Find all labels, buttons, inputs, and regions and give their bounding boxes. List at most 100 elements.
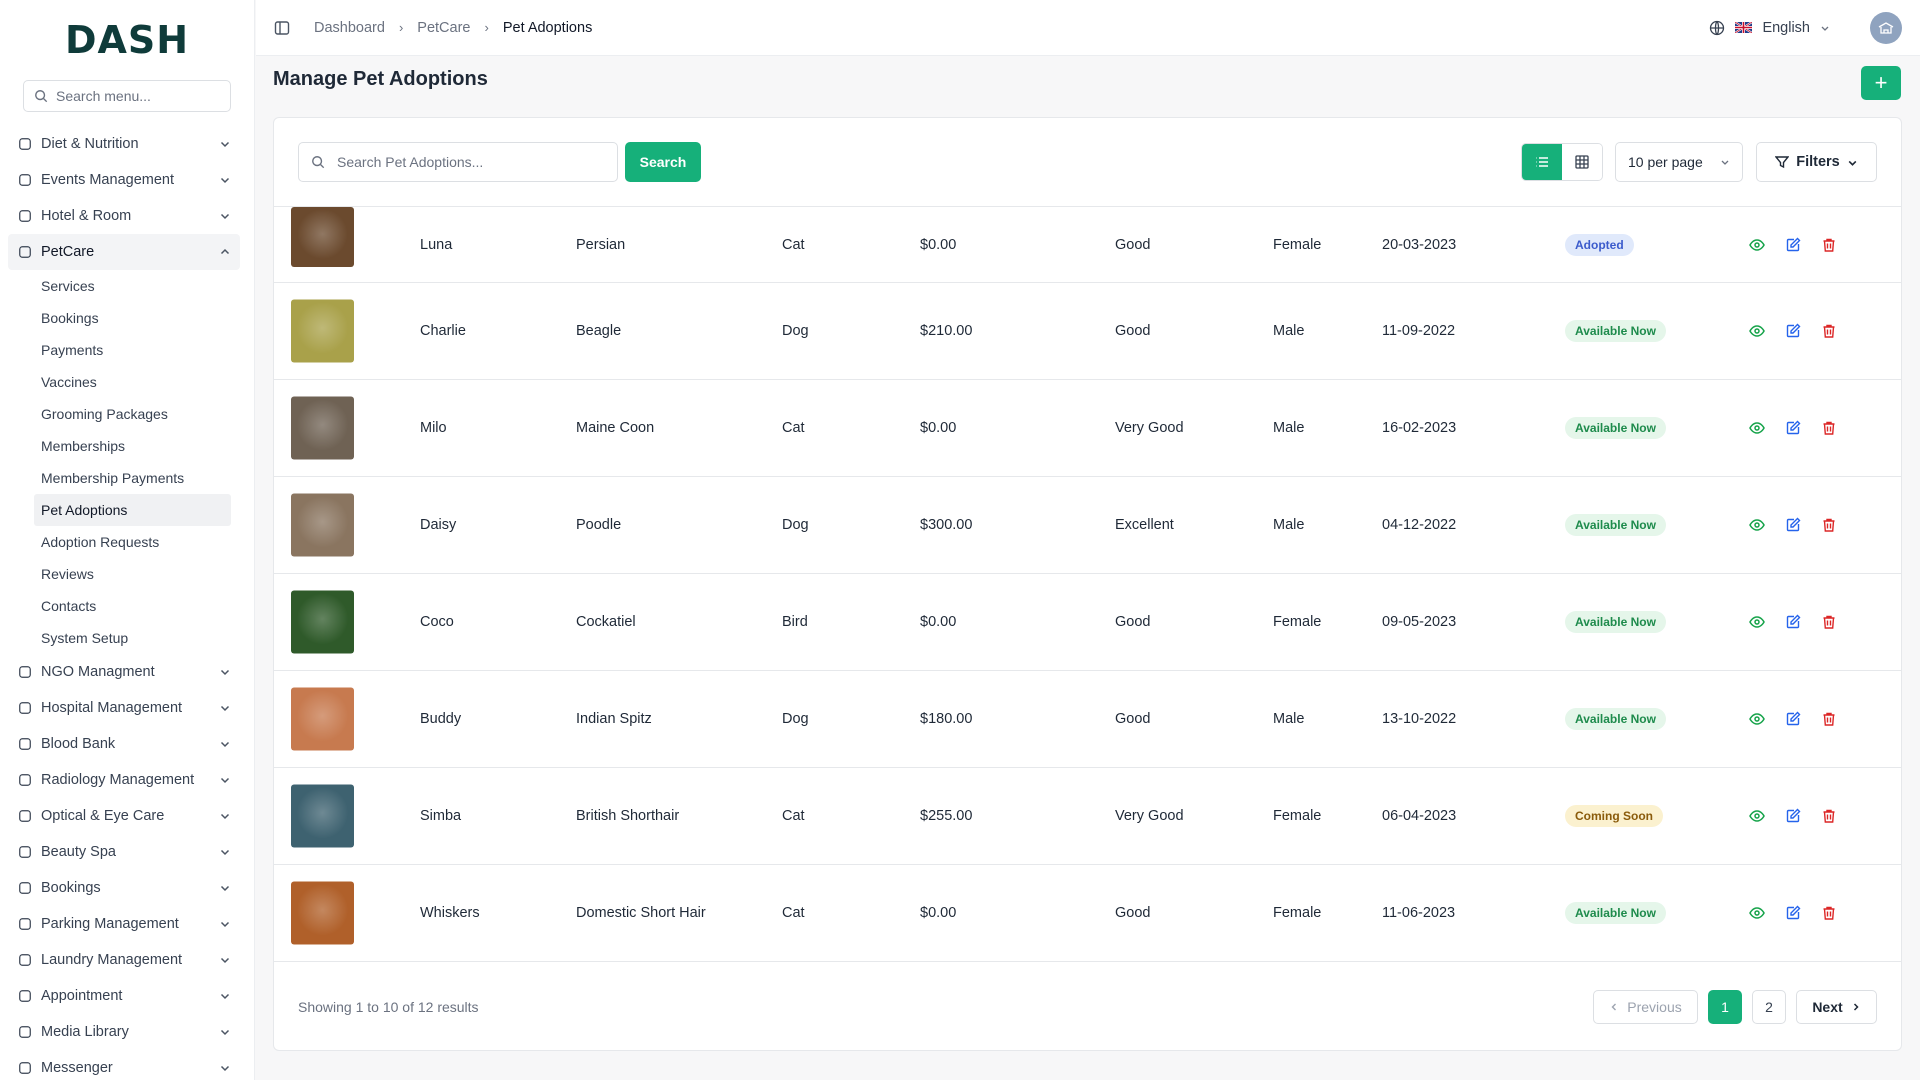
breadcrumb-dashboard[interactable]: Dashboard	[314, 20, 385, 36]
sidebar-item-blood-bank[interactable]: Blood Bank	[0, 726, 254, 762]
sidebar-search-input[interactable]: Search menu...	[23, 80, 231, 112]
sidebar-item-optical-eye-care[interactable]: Optical & Eye Care	[0, 798, 254, 834]
per-page-select[interactable]: 10 per page	[1615, 142, 1743, 182]
sidebar-item-label: Optical & Eye Care	[41, 808, 165, 824]
sidebar-item-media-library[interactable]: Media Library	[0, 1014, 254, 1050]
pet-date: 20-03-2023	[1382, 236, 1457, 253]
pet-date: 04-12-2022	[1382, 517, 1457, 533]
sidebar-item-beauty-spa[interactable]: Beauty Spa	[0, 834, 254, 870]
submenu-item-reviews[interactable]: Reviews	[41, 558, 254, 590]
pet-name: Charlie	[420, 323, 466, 339]
sidebar-item-appointment[interactable]: Appointment	[0, 978, 254, 1014]
submenu-item-bookings[interactable]: Bookings	[41, 302, 254, 334]
submenu-item-services[interactable]: Services	[41, 270, 254, 302]
avatar[interactable]	[1870, 11, 1902, 44]
sidebar-item-messenger[interactable]: Messenger	[0, 1050, 254, 1080]
chevron-down-icon	[1721, 160, 1729, 165]
sidebar-item-bookings[interactable]: Bookings	[0, 870, 254, 906]
view-eye-icon[interactable]	[1749, 711, 1765, 727]
grid-view-button[interactable]	[1562, 144, 1602, 180]
chevron-right-icon: ›	[398, 20, 404, 35]
previous-page-button[interactable]: Previous	[1593, 990, 1698, 1024]
sidebar-item-diet-nutrition[interactable]: Diet & Nutrition	[0, 126, 254, 162]
sidebar-item-petcare[interactable]: PetCare	[8, 234, 240, 270]
status-badge: Available Now	[1565, 514, 1666, 536]
delete-trash-icon[interactable]	[1821, 237, 1837, 253]
sidebar-item-events-management[interactable]: Events Management	[0, 162, 254, 198]
pet-name: Buddy	[420, 711, 462, 727]
edit-icon[interactable]	[1785, 323, 1801, 339]
pet-gender: Female	[1273, 614, 1322, 630]
delete-trash-icon[interactable]	[1821, 905, 1837, 921]
chevron-down-icon	[219, 138, 231, 150]
pet-breed: Beagle	[576, 323, 622, 339]
topbar: Dashboard › PetCare › Pet Adoptions Engl…	[256, 0, 1920, 56]
list-view-button[interactable]	[1522, 144, 1562, 180]
adoptions-table: Luna Persian Cat $0.00 Good Female 20-03-2023 A…	[274, 207, 1901, 962]
search-button[interactable]: Search	[625, 142, 701, 182]
sidebar-item-parking-management[interactable]: Parking Management	[0, 906, 254, 942]
status-badge: Available Now	[1565, 708, 1666, 730]
page-2-button[interactable]: 2	[1752, 990, 1786, 1024]
delete-trash-icon[interactable]	[1821, 420, 1837, 436]
view-eye-icon[interactable]	[1749, 614, 1765, 630]
view-eye-icon[interactable]	[1749, 420, 1765, 436]
delete-trash-icon[interactable]	[1821, 808, 1837, 824]
chevron-down-icon	[219, 666, 231, 678]
view-eye-icon[interactable]	[1749, 517, 1765, 533]
adoption-search-input[interactable]: Search Pet Adoptions...	[298, 142, 618, 182]
sidebar-item-hotel-room[interactable]: Hotel & Room	[0, 198, 254, 234]
sidebar-item-label: Appointment	[41, 988, 123, 1004]
sidebar-item-label: Media Library	[41, 1024, 129, 1040]
submenu-item-membership-payments[interactable]: Membership Payments	[41, 462, 254, 494]
submenu-item-grooming-packages[interactable]: Grooming Packages	[41, 398, 254, 430]
table-row: Simba British Shorthair Cat $255.00 Very Goo…	[274, 768, 1901, 865]
sidebar: DASH Search menu... Diet & Nutrition Even…	[0, 0, 255, 1080]
submenu-item-system-setup[interactable]: System Setup	[41, 622, 254, 654]
language-selector[interactable]: English	[1762, 20, 1810, 36]
filter-icon	[1775, 156, 1790, 169]
grid-icon	[1575, 155, 1589, 169]
sidebar-item-label: Radiology Management	[41, 772, 195, 788]
view-eye-icon[interactable]	[1749, 323, 1765, 339]
chevron-right-icon: ›	[484, 20, 489, 35]
edit-icon[interactable]	[1785, 237, 1801, 253]
view-eye-icon[interactable]	[1749, 237, 1765, 253]
pet-name: Whiskers	[420, 905, 480, 921]
status-badge: Available Now	[1565, 611, 1666, 633]
edit-icon[interactable]	[1785, 808, 1801, 824]
logo[interactable]: DASH	[0, 0, 254, 80]
submenu-item-contacts[interactable]: Contacts	[41, 590, 254, 622]
sidebar-search-placeholder: Search menu...	[56, 88, 151, 104]
filters-button[interactable]: Filters	[1756, 142, 1877, 182]
sidebar-item-laundry-management[interactable]: Laundry Management	[0, 942, 254, 978]
next-page-button[interactable]: Next	[1796, 990, 1877, 1024]
breadcrumb-petcare[interactable]: PetCare	[417, 20, 470, 36]
delete-trash-icon[interactable]	[1821, 711, 1837, 727]
edit-icon[interactable]	[1785, 614, 1801, 630]
sidebar-item-hospital-management[interactable]: Hospital Management	[0, 690, 254, 726]
sidebar-item-radiology-management[interactable]: Radiology Management	[0, 762, 254, 798]
page-1-button[interactable]: 1	[1708, 990, 1742, 1024]
view-eye-icon[interactable]	[1749, 905, 1765, 921]
edit-icon[interactable]	[1785, 517, 1801, 533]
delete-trash-icon[interactable]	[1821, 614, 1837, 630]
pagination: Previous 1 2 Next	[1593, 990, 1877, 1024]
status-badge: Available Now	[1565, 902, 1666, 924]
sidebar-toggle-icon[interactable]	[274, 20, 290, 36]
edit-icon[interactable]	[1785, 420, 1801, 436]
pet-price: $0.00	[920, 236, 957, 253]
edit-icon[interactable]	[1785, 905, 1801, 921]
view-eye-icon[interactable]	[1749, 808, 1765, 824]
edit-icon[interactable]	[1785, 711, 1801, 727]
submenu-item-memberships[interactable]: Memberships	[41, 430, 254, 462]
delete-trash-icon[interactable]	[1821, 323, 1837, 339]
add-pet-adoption-button[interactable]: +	[1861, 66, 1901, 100]
petcare-submenu: Services Bookings Payments Vaccines Grooming…	[0, 270, 254, 654]
submenu-item-payments[interactable]: Payments	[41, 334, 254, 366]
sidebar-item-ngo-managment[interactable]: NGO Managment	[0, 654, 254, 690]
submenu-item-adoption-requests[interactable]: Adoption Requests	[41, 526, 254, 558]
submenu-item-pet-adoptions[interactable]: Pet Adoptions	[34, 494, 231, 526]
delete-trash-icon[interactable]	[1821, 517, 1837, 533]
submenu-item-vaccines[interactable]: Vaccines	[41, 366, 254, 398]
